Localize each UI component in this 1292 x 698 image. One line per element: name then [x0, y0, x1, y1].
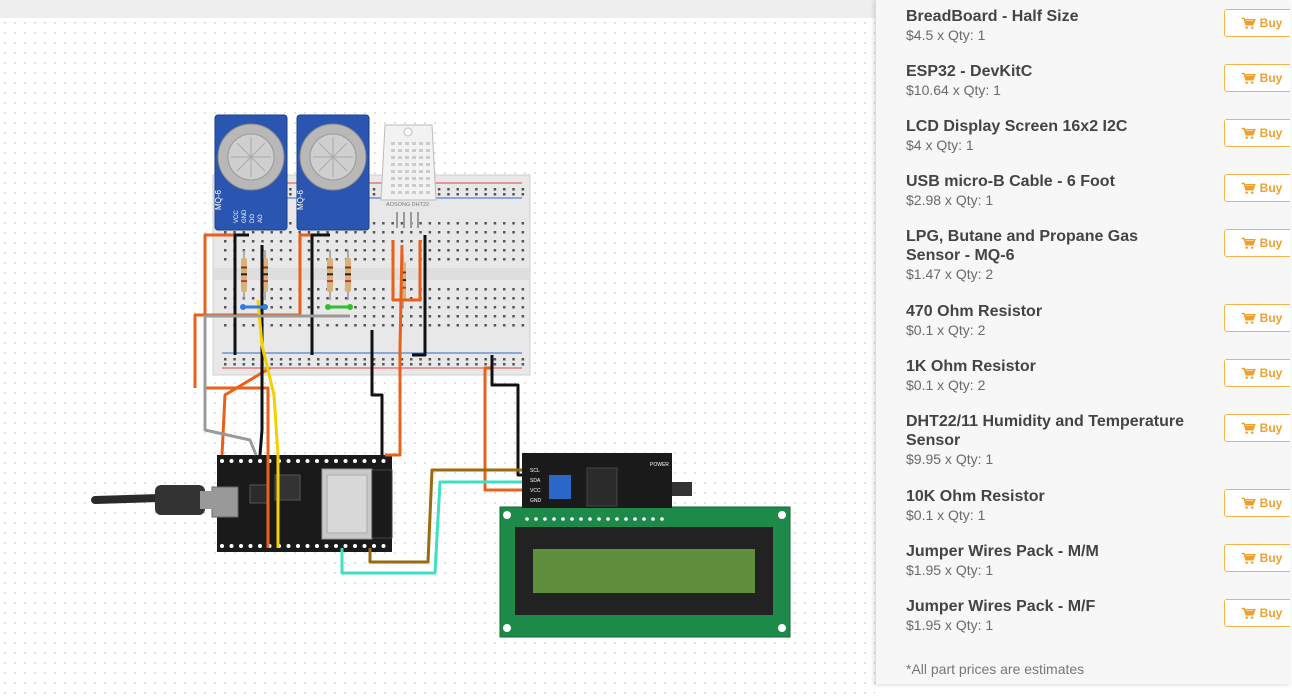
buy-label: Buy [1259, 311, 1283, 325]
part-name: USB micro-B Cable - 6 Foot [906, 173, 1115, 190]
shopping-cart-icon [1241, 17, 1256, 29]
part-price: $9.95 x Qty: 1 [906, 451, 994, 467]
svg-text:AO: AO [258, 214, 264, 223]
shopping-cart-icon [1241, 422, 1256, 434]
buy-label: Buy [1259, 496, 1283, 510]
parts-list-panel[interactable]: BreadBoard - Half Size $4.5 x Qty: 1 Buy ES… [875, 0, 1290, 684]
svg-text:POWER: POWER [650, 462, 669, 468]
buy-label: Buy [1259, 126, 1283, 140]
sensor-2-label: MQ-6 [296, 189, 305, 210]
part-item: BreadBoard - Half Size $4.5 x Qty: 1 Buy [906, 7, 1290, 44]
sensor-1-label: MQ-6 [214, 189, 223, 210]
buy-label: Buy [1259, 16, 1283, 30]
part-name: 1K Ohm Resistor [906, 358, 1036, 375]
buy-button[interactable]: Buy [1224, 64, 1290, 92]
part-name: DHT22/11 Humidity and Temperature Sensor [906, 413, 1184, 449]
circuit-canvas[interactable]: MQ-6 VCC GND DO AO MQ-6 AOSONG DHT22 SCL… [0, 18, 875, 698]
buy-button[interactable]: Buy [1224, 119, 1290, 147]
part-name: LCD Display Screen 16x2 I2C [906, 118, 1128, 135]
buy-button[interactable]: Buy [1224, 544, 1290, 572]
part-name: LPG, Butane and Propane Gas Sensor - MQ-… [906, 228, 1139, 264]
buy-label: Buy [1259, 421, 1283, 435]
shopping-cart-icon [1241, 182, 1256, 194]
part-name: BreadBoard - Half Size [906, 8, 1079, 25]
svg-text:GND: GND [530, 498, 542, 504]
buy-label: Buy [1259, 181, 1283, 195]
part-item: 1K Ohm Resistor $0.1 x Qty: 2 Buy [906, 357, 1290, 394]
circuit-diagram[interactable]: MQ-6 VCC GND DO AO MQ-6 AOSONG DHT22 SCL… [0, 18, 875, 698]
esp32-devkitc[interactable] [211, 455, 393, 552]
part-item: 470 Ohm Resistor $0.1 x Qty: 2 Buy [906, 302, 1290, 339]
buy-label: Buy [1259, 236, 1283, 250]
shopping-cart-icon [1241, 72, 1256, 84]
part-item: DHT22/11 Humidity and Temperature Sensor… [906, 412, 1290, 468]
buy-label: Buy [1259, 606, 1283, 620]
gas-sensor-mq6-1[interactable]: MQ-6 VCC GND DO AO [214, 114, 288, 231]
part-item: USB micro-B Cable - 6 Foot $2.98 x Qty: 1… [906, 172, 1290, 209]
buy-button[interactable]: Buy [1224, 599, 1290, 627]
svg-text:DO: DO [250, 214, 256, 223]
buy-label: Buy [1259, 71, 1283, 85]
shopping-cart-icon [1241, 607, 1256, 619]
usb-micro-b-cable[interactable] [91, 485, 214, 515]
part-item: Jumper Wires Pack - M/F $1.95 x Qty: 1 Buy [906, 597, 1290, 634]
buy-label: Buy [1259, 366, 1283, 380]
part-name: ESP32 - DevKitC [906, 63, 1033, 80]
part-item: Jumper Wires Pack - M/M $1.95 x Qty: 1 Buy [906, 542, 1290, 579]
part-item: 10K Ohm Resistor $0.1 x Qty: 1 Buy [906, 487, 1290, 524]
lcd-display-16x2-i2c[interactable]: SCL SDA VCC GND POWER [499, 453, 791, 638]
svg-text:GND: GND [242, 209, 248, 223]
buy-button[interactable]: Buy [1224, 359, 1290, 387]
buy-button[interactable]: Buy [1224, 174, 1290, 202]
part-name: Jumper Wires Pack - M/F [906, 598, 1096, 615]
part-price: $1.47 x Qty: 2 [906, 266, 994, 282]
buy-button[interactable]: Buy [1224, 304, 1290, 332]
part-name: Jumper Wires Pack - M/M [906, 543, 1099, 560]
svg-text:VCC: VCC [234, 210, 240, 223]
buy-button[interactable]: Buy [1224, 414, 1290, 442]
buy-label: Buy [1259, 551, 1283, 565]
shopping-cart-icon [1241, 367, 1256, 379]
dht-label: AOSONG DHT22 [386, 202, 429, 208]
part-item: ESP32 - DevKitC $10.64 x Qty: 1 Buy [906, 62, 1290, 99]
svg-text:VCC: VCC [530, 488, 541, 494]
shopping-cart-icon [1241, 312, 1256, 324]
shopping-cart-icon [1241, 237, 1256, 249]
canvas-toolbar [0, 0, 875, 18]
gas-sensor-mq6-2[interactable]: MQ-6 [296, 114, 370, 231]
part-name: 470 Ohm Resistor [906, 303, 1043, 320]
part-item: LPG, Butane and Propane Gas Sensor - MQ-… [906, 227, 1290, 283]
part-name: 10K Ohm Resistor [906, 488, 1045, 505]
shopping-cart-icon [1241, 497, 1256, 509]
shopping-cart-icon [1241, 127, 1256, 139]
buy-button[interactable]: Buy [1224, 229, 1290, 257]
price-disclaimer: *All part prices are estimates [906, 661, 1085, 677]
buy-button[interactable]: Buy [1224, 9, 1290, 37]
svg-text:SCL: SCL [530, 468, 540, 474]
buy-button[interactable]: Buy [1224, 489, 1290, 517]
part-item: LCD Display Screen 16x2 I2C $4 x Qty: 1 Bu… [906, 117, 1290, 154]
shopping-cart-icon [1241, 552, 1256, 564]
svg-text:SDA: SDA [530, 478, 541, 484]
